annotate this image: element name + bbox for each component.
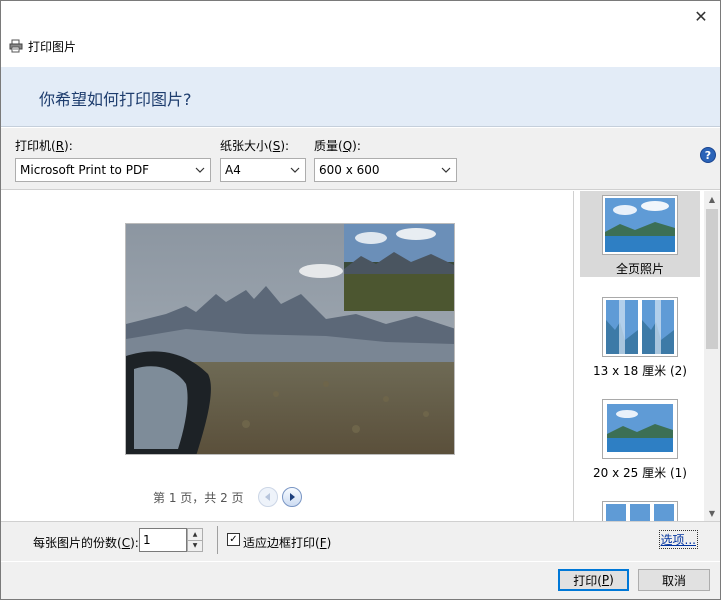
- copies-input[interactable]: 1: [139, 528, 187, 552]
- layout-caption: 20 x 25 厘米 (1): [593, 466, 687, 480]
- cancel-button[interactable]: 取消: [638, 569, 710, 591]
- copies-label-key: C: [121, 536, 131, 550]
- paper-size-select[interactable]: A4: [220, 158, 306, 182]
- fit-frame-label-suffix: ): [326, 536, 332, 550]
- multi-thumbnail-icon: [606, 504, 674, 521]
- print-button[interactable]: 打印(P): [558, 569, 629, 591]
- print-preview-area: 第 1 页，共 2 页: [1, 191, 573, 521]
- scroll-down-icon[interactable]: ▼: [704, 505, 720, 521]
- quality-label: 质量(Q):: [314, 137, 361, 154]
- close-icon[interactable]: ✕: [690, 5, 712, 27]
- chevron-down-icon: [290, 167, 300, 173]
- quality-label-text: 质量(: [314, 139, 343, 153]
- help-icon[interactable]: ?: [700, 147, 716, 163]
- quality-select[interactable]: 600 x 600: [314, 158, 457, 182]
- next-page-button[interactable]: [281, 487, 302, 507]
- fit-frame-label-text: 适应边框打印(: [243, 536, 320, 550]
- page-navigator: 第 1 页，共 2 页: [153, 487, 302, 507]
- printer-label: 打印机(R):: [15, 137, 73, 154]
- print-button-suffix: ): [609, 573, 614, 587]
- layout-caption: 13 x 18 厘米 (2): [593, 364, 687, 378]
- printer-label-text: 打印机(: [15, 139, 56, 153]
- fit-frame-label-key: F: [319, 536, 327, 550]
- copies-label-text: 每张图片的份数(: [33, 536, 122, 550]
- previous-page-button[interactable]: [257, 487, 278, 507]
- paper-size-label-text: 纸张大小(: [220, 139, 273, 153]
- checkmark-icon: ✓: [229, 533, 238, 545]
- printer-select-value: Microsoft Print to PDF: [20, 163, 150, 177]
- layout-thumbnail: [602, 501, 678, 521]
- landscape-photo: [126, 224, 454, 454]
- layout-item-full-page[interactable]: 全页照片: [580, 191, 700, 277]
- layout-item-20x25[interactable]: 20 x 25 厘米 (1): [580, 395, 700, 481]
- layout-list: 全页照片 13 x 18 厘米 (2) 20 x 25 厘米 (1) ▲ ▼: [573, 191, 720, 521]
- chevron-down-icon: [195, 167, 205, 173]
- print-options-row: 打印机(R): Microsoft Print to PDF 纸张大小(S): …: [1, 128, 720, 190]
- printer-label-key: R: [55, 139, 65, 153]
- pager-buttons: [257, 487, 302, 507]
- copies-row: 每张图片的份数(C): 1 ▲ ▼ ✓ 适应边框打印(F) 选项...: [1, 521, 720, 561]
- copies-value: 1: [143, 533, 151, 547]
- options-link[interactable]: 选项...: [658, 530, 698, 549]
- page-title: 你希望如何打印图片?: [39, 90, 192, 109]
- layout-item-more[interactable]: [580, 497, 700, 521]
- layout-item-13x18[interactable]: 13 x 18 厘米 (2): [580, 293, 700, 379]
- layout-scrollbar[interactable]: ▲ ▼: [704, 191, 720, 521]
- printer-select[interactable]: Microsoft Print to PDF: [15, 158, 211, 182]
- title-bar: 打印图片: [9, 37, 76, 55]
- layout-caption: 全页照片: [615, 262, 664, 276]
- preview-image: [125, 223, 455, 455]
- paper-size-label: 纸张大小(S):: [220, 137, 289, 154]
- scroll-up-icon[interactable]: ▲: [704, 191, 720, 207]
- print-button-text: 打印(: [573, 573, 602, 588]
- paper-size-label-suffix: ):: [280, 139, 290, 153]
- quality-label-suffix: ):: [352, 139, 361, 153]
- printer-icon: [9, 39, 23, 53]
- fit-frame-label[interactable]: 适应边框打印(F): [243, 534, 331, 551]
- divider: [217, 526, 218, 554]
- quality-select-value: 600 x 600: [319, 163, 380, 177]
- header-banner: 你希望如何打印图片?: [1, 67, 720, 127]
- single-thumbnail-icon: [605, 402, 675, 456]
- page-indicator: 第 1 页，共 2 页: [153, 490, 244, 505]
- printer-label-suffix: ):: [64, 139, 73, 153]
- quality-label-key: Q: [342, 139, 353, 153]
- stepper-down-icon[interactable]: ▼: [188, 541, 202, 552]
- two-up-thumbnail-icon: [606, 300, 674, 354]
- stepper-up-icon[interactable]: ▲: [188, 529, 202, 541]
- print-button-key: P: [601, 573, 610, 587]
- chevron-down-icon: [441, 167, 451, 173]
- layout-thumbnail: [602, 399, 678, 459]
- paper-size-select-value: A4: [225, 163, 241, 177]
- fit-frame-checkbox[interactable]: ✓: [227, 533, 240, 546]
- layout-thumbnail: [602, 195, 678, 255]
- dialog-footer: 打印(P) 取消: [1, 562, 720, 599]
- copies-label: 每张图片的份数(C):: [33, 534, 139, 551]
- full-page-thumbnail-icon: [605, 198, 675, 252]
- scrollbar-thumb[interactable]: [706, 209, 718, 349]
- copies-stepper[interactable]: ▲ ▼: [187, 528, 203, 552]
- arrow-right-icon: [289, 493, 295, 501]
- window-title: 打印图片: [28, 39, 77, 54]
- layout-thumbnail: [602, 297, 678, 357]
- copies-label-suffix: ):: [130, 536, 139, 550]
- print-pictures-window: ✕ 打印图片 你希望如何打印图片? 打印机(R): Microsoft Prin…: [0, 0, 721, 600]
- arrow-left-icon: [264, 493, 270, 501]
